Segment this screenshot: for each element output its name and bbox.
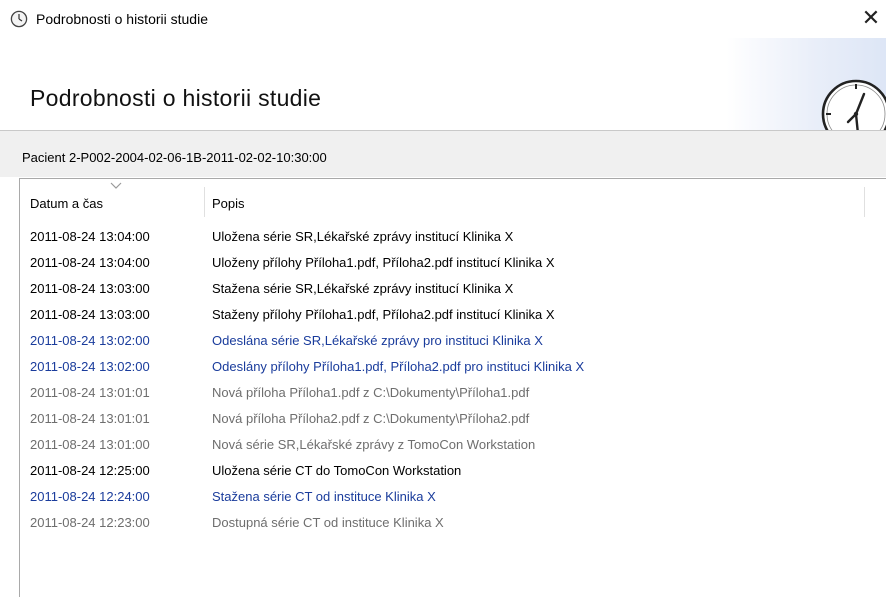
clock-icon bbox=[10, 10, 28, 28]
column-divider[interactable] bbox=[864, 187, 865, 217]
dialog-header: Podrobnosti o historii studie bbox=[0, 38, 886, 149]
row-description: Odeslány přílohy Příloha1.pdf, Příloha2.… bbox=[212, 359, 585, 374]
table-row[interactable]: 2011-08-24 13:01:01 Nová příloha Příloha2… bbox=[20, 407, 880, 433]
row-description: Odeslána série SR,Lékařské zprávy pro in… bbox=[212, 333, 543, 348]
history-list[interactable]: Datum a čas Popis 2011-08-24 13:04:00 Ulo… bbox=[19, 178, 886, 597]
window-title: Podrobnosti o historii studie bbox=[36, 11, 208, 27]
close-button[interactable]: ✕ bbox=[856, 4, 886, 34]
row-datetime: 2011-08-24 12:23:00 bbox=[30, 515, 150, 530]
table-row[interactable]: 2011-08-24 13:02:00 Odeslána série SR,Lék… bbox=[20, 329, 880, 355]
row-description: Stažena série CT od instituce Klinika X bbox=[212, 489, 436, 504]
row-datetime: 2011-08-24 13:04:00 bbox=[30, 255, 150, 270]
table-row[interactable]: 2011-08-24 12:25:00 Uložena série CT do T… bbox=[20, 459, 880, 485]
row-datetime: 2011-08-24 13:03:00 bbox=[30, 307, 150, 322]
table-row[interactable]: 2011-08-24 12:24:00 Stažena série CT od i… bbox=[20, 485, 880, 511]
table-row[interactable]: 2011-08-24 13:03:00 Staženy přílohy Přílo… bbox=[20, 303, 880, 329]
page-title: Podrobnosti o historii studie bbox=[30, 85, 322, 111]
row-datetime: 2011-08-24 12:24:00 bbox=[30, 489, 150, 504]
row-datetime: 2011-08-24 13:02:00 bbox=[30, 359, 150, 374]
row-datetime: 2011-08-24 13:01:00 bbox=[30, 437, 150, 452]
table-row[interactable]: 2011-08-24 13:01:01 Nová příloha Příloha1… bbox=[20, 381, 880, 407]
column-divider[interactable] bbox=[204, 187, 205, 217]
row-description: Nová série SR,Lékařské zprávy z TomoCon … bbox=[212, 437, 536, 452]
row-datetime: 2011-08-24 13:01:01 bbox=[30, 411, 150, 426]
row-description: Dostupná série CT od instituce Klinika X bbox=[212, 515, 444, 530]
table-row[interactable]: 2011-08-24 13:04:00 Uloženy přílohy Přílo… bbox=[20, 251, 880, 277]
row-description: Uloženy přílohy Příloha1.pdf, Příloha2.p… bbox=[212, 255, 555, 270]
table-row[interactable]: 2011-08-24 12:23:00 Dostupná série CT od … bbox=[20, 511, 880, 537]
row-description: Nová příloha Příloha1.pdf z C:\Dokumenty… bbox=[212, 385, 530, 400]
row-datetime: 2011-08-24 13:04:00 bbox=[30, 229, 150, 244]
table-row[interactable]: 2011-08-24 13:03:00 Stažena série SR,Léka… bbox=[20, 277, 880, 303]
table-row[interactable]: 2011-08-24 13:04:00 Uložena série SR,Léka… bbox=[20, 225, 880, 251]
column-header-date[interactable]: Datum a čas bbox=[30, 196, 103, 211]
row-datetime: 2011-08-24 13:02:00 bbox=[30, 333, 150, 348]
title-bar: Podrobnosti o historii studie ✕ bbox=[0, 0, 886, 38]
row-description: Uložena série SR,Lékařské zprávy institu… bbox=[212, 229, 514, 244]
row-description: Uložena série CT do TomoCon Workstation bbox=[212, 463, 462, 478]
table-row[interactable]: 2011-08-24 13:02:00 Odeslány přílohy Příl… bbox=[20, 355, 880, 381]
patient-label: Pacient 2-P002-2004-02-06-1B-2011-02-02-… bbox=[22, 150, 327, 165]
list-header: Datum a čas Popis bbox=[20, 179, 886, 219]
row-description: Staženy přílohy Příloha1.pdf, Příloha2.p… bbox=[212, 307, 555, 322]
close-icon: ✕ bbox=[861, 5, 881, 30]
row-description: Stažena série SR,Lékařské zprávy institu… bbox=[212, 281, 514, 296]
row-datetime: 2011-08-24 12:25:00 bbox=[30, 463, 150, 478]
sort-descending-icon bbox=[110, 182, 122, 189]
row-datetime: 2011-08-24 13:03:00 bbox=[30, 281, 150, 296]
table-row[interactable]: 2011-08-24 13:01:00 Nová série SR,Lékařsk… bbox=[20, 433, 880, 459]
row-description: Nová příloha Příloha2.pdf z C:\Dokumenty… bbox=[212, 411, 530, 426]
patient-bar: Pacient 2-P002-2004-02-06-1B-2011-02-02-… bbox=[0, 131, 886, 177]
row-datetime: 2011-08-24 13:01:01 bbox=[30, 385, 150, 400]
column-header-description[interactable]: Popis bbox=[212, 196, 245, 211]
